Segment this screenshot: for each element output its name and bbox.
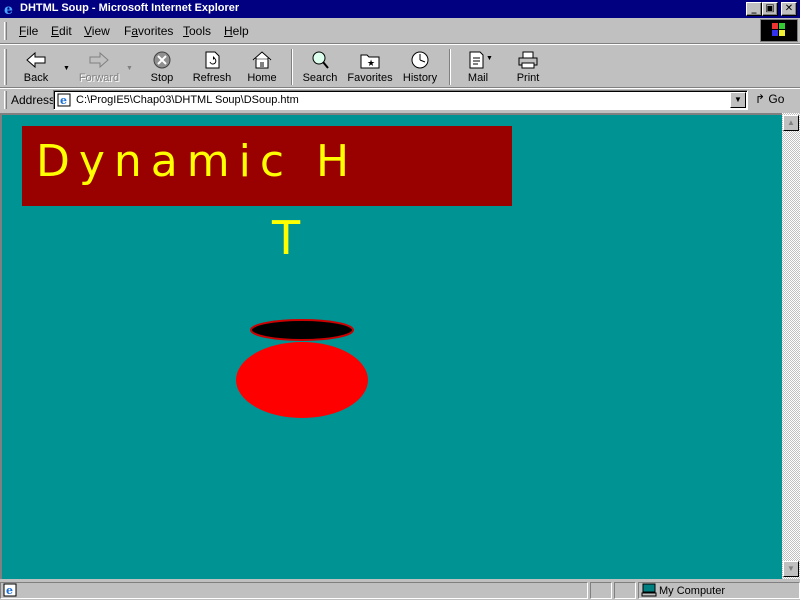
address-grip (4, 91, 7, 109)
stop-icon (153, 51, 171, 69)
forward-arrow-icon (89, 51, 109, 69)
windows-logo-throbber (760, 19, 798, 42)
minimize-button[interactable]: _ (746, 2, 762, 16)
menu-view[interactable]: View (84, 24, 110, 38)
close-button[interactable]: ✕ (781, 2, 797, 16)
forward-button[interactable]: Forward (74, 48, 124, 86)
go-button[interactable]: ↱ Go (755, 92, 784, 106)
stop-button[interactable]: Stop (137, 48, 187, 86)
mail-button[interactable]: Mail (453, 48, 503, 86)
banner-text: Dynamic H (36, 136, 359, 187)
vertical-scrollbar[interactable]: ▲ ▼ (782, 113, 800, 579)
falling-letter: T (272, 211, 301, 265)
menu-file[interactable]: File (19, 24, 38, 38)
back-button[interactable]: Back (11, 48, 61, 86)
page-content: Dynamic H T (0, 113, 782, 579)
maximize-button[interactable]: ▣ (762, 2, 778, 16)
scroll-down-button[interactable]: ▼ (783, 561, 799, 577)
toolbar-grip (4, 49, 7, 85)
toolbar-separator (291, 49, 293, 85)
toolbar-separator (449, 49, 451, 85)
computer-icon (641, 583, 657, 597)
windows-flag-icon (772, 23, 785, 36)
address-bar: Address e C:\ProgIE5\Chap03\DHTML Soup\D… (0, 88, 800, 110)
search-icon (312, 51, 329, 69)
ie-logo-icon: e (4, 2, 13, 16)
status-main-panel: e (0, 582, 588, 599)
address-input[interactable]: e C:\ProgIE5\Chap03\DHTML Soup\DSoup.htm… (53, 90, 748, 110)
status-bar: e My Computer (0, 580, 800, 600)
address-label: Address (11, 93, 56, 107)
menu-bar: File Edit View Favorites Tools Help (0, 18, 800, 44)
go-arrow-icon: ↱ (755, 92, 766, 106)
standard-toolbar: Back ▼ Forward ▼ Stop Refresh Home Searc… (0, 44, 800, 88)
title-bar: e DHTML Soup - Microsoft Internet Explor… (0, 0, 800, 18)
ie-page-icon: e (3, 583, 17, 597)
refresh-icon (205, 51, 220, 69)
mail-dropdown-icon[interactable]: ▼ (486, 55, 493, 62)
svg-text:★: ★ (367, 58, 375, 68)
forward-dropdown-icon[interactable]: ▼ (126, 65, 133, 72)
printer-icon (518, 51, 538, 69)
status-zone-text: My Computer (659, 585, 726, 597)
scroll-up-button[interactable]: ▲ (783, 115, 799, 131)
back-arrow-icon (26, 51, 46, 69)
address-value: C:\ProgIE5\Chap03\DHTML Soup\DSoup.htm (76, 94, 299, 106)
back-dropdown-icon[interactable]: ▼ (63, 65, 70, 72)
status-panel (614, 582, 636, 599)
address-dropdown-icon[interactable]: ▼ (730, 92, 746, 108)
ie-page-icon: e (57, 93, 71, 107)
home-icon (252, 51, 272, 69)
status-zone-panel: My Computer (638, 582, 800, 599)
print-button[interactable]: Print (503, 48, 553, 86)
home-button[interactable]: Home (237, 48, 287, 86)
title-banner: Dynamic H (22, 126, 512, 206)
svg-text:e: e (6, 584, 13, 597)
status-panel (590, 582, 612, 599)
menu-favorites[interactable]: Favorites (124, 24, 173, 38)
window-title: DHTML Soup - Microsoft Internet Explorer (20, 2, 240, 14)
menu-help[interactable]: Help (224, 24, 249, 38)
soup-pot-image (236, 319, 368, 418)
scroll-track[interactable] (782, 113, 800, 579)
search-button[interactable]: Search (295, 48, 345, 86)
svg-text:e: e (4, 2, 13, 16)
menu-edit[interactable]: Edit (51, 24, 72, 38)
svg-text:e: e (60, 94, 67, 107)
menu-grip (4, 22, 7, 40)
favorites-folder-icon: ★ (360, 54, 380, 69)
refresh-button[interactable]: Refresh (187, 48, 237, 86)
favorites-button[interactable]: ★ Favorites (345, 48, 395, 86)
history-icon (411, 51, 429, 69)
history-button[interactable]: History (395, 48, 445, 86)
menu-tools[interactable]: Tools (183, 24, 211, 38)
